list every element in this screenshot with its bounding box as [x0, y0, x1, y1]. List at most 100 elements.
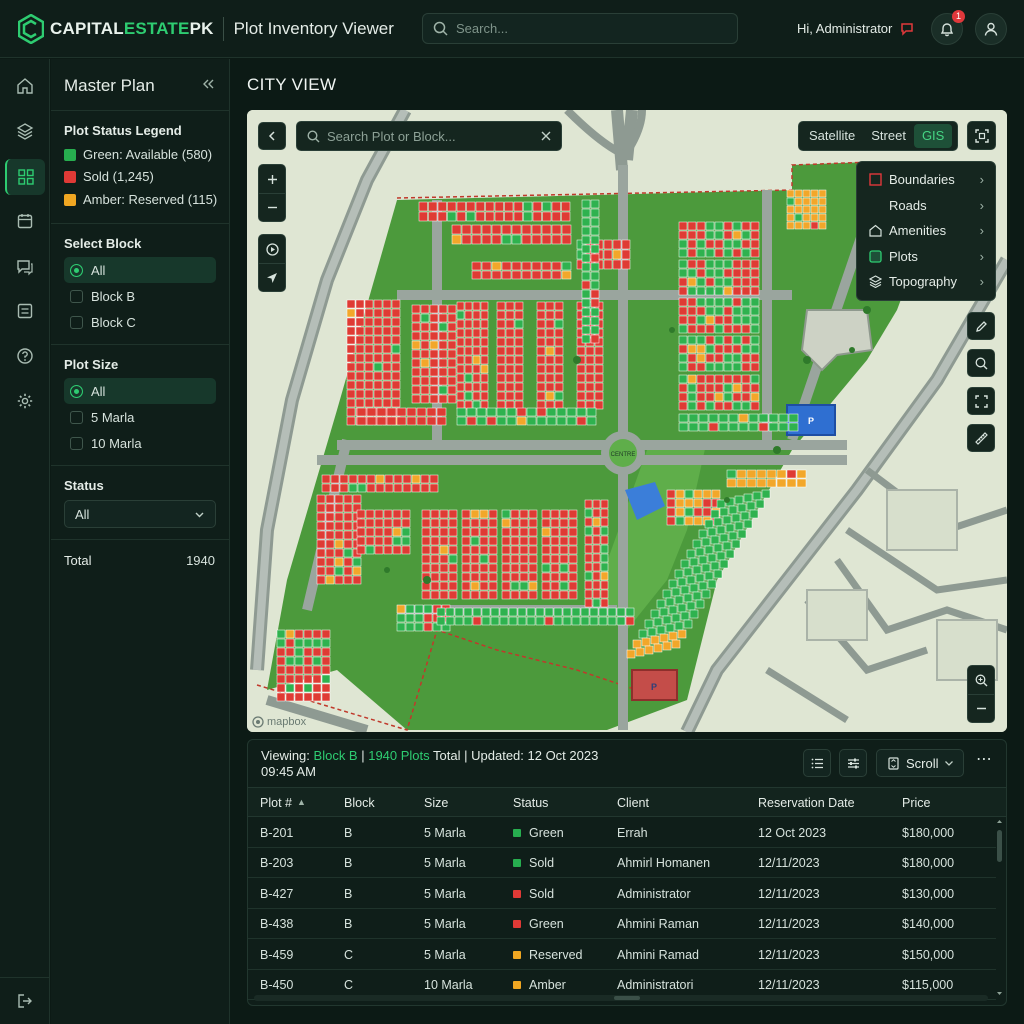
plot-cell[interactable] — [325, 575, 335, 585]
plot-cell[interactable] — [705, 344, 715, 354]
plot-cell[interactable] — [481, 261, 492, 271]
plot-cell[interactable] — [585, 364, 595, 374]
plot-cell[interactable] — [339, 474, 349, 484]
plot-cell[interactable] — [276, 656, 286, 666]
plot-cell[interactable] — [526, 607, 536, 617]
plot-cell[interactable] — [581, 298, 591, 308]
plot-cell[interactable] — [802, 197, 811, 206]
plot-cell[interactable] — [607, 616, 617, 626]
plot-cell[interactable] — [346, 344, 356, 354]
plot-cell[interactable] — [430, 536, 440, 546]
plot-cell[interactable] — [741, 277, 751, 287]
plot-cell[interactable] — [705, 248, 715, 258]
plot-cell[interactable] — [466, 416, 477, 426]
plot-cell[interactable] — [382, 299, 392, 309]
plot-cell[interactable] — [589, 616, 599, 626]
plot-cell[interactable] — [723, 277, 733, 287]
plot-cell[interactable] — [401, 536, 411, 546]
plot-cell[interactable] — [276, 665, 286, 675]
plot-cell[interactable] — [750, 315, 760, 325]
plot-cell[interactable] — [559, 536, 569, 546]
plot-cell[interactable] — [374, 509, 384, 519]
plot-cell[interactable] — [365, 545, 375, 555]
plot-cell[interactable] — [786, 189, 795, 198]
plot-cell[interactable] — [554, 391, 564, 401]
plot-cell[interactable] — [519, 590, 529, 600]
plot-cell[interactable] — [391, 353, 401, 363]
plot-cell[interactable] — [376, 407, 387, 417]
plot-cell[interactable] — [528, 527, 538, 537]
plot-cell[interactable] — [472, 337, 481, 347]
plot-cell[interactable] — [456, 416, 467, 426]
plot-cell[interactable] — [508, 616, 518, 626]
plot-cell[interactable] — [511, 261, 522, 271]
plot-cell[interactable] — [448, 545, 458, 555]
plot-cell[interactable] — [303, 683, 313, 693]
plot-cell[interactable] — [541, 536, 551, 546]
plot-cell[interactable] — [439, 554, 449, 564]
plot-cell[interactable] — [303, 656, 313, 666]
plot-cell[interactable] — [688, 413, 699, 423]
plot-cell[interactable] — [285, 647, 295, 657]
plot-cell[interactable] — [321, 692, 331, 702]
plot-cell[interactable] — [741, 353, 751, 363]
chat-alert-icon[interactable] — [900, 22, 914, 36]
plot-cell[interactable] — [635, 647, 645, 657]
plot-cell[interactable] — [732, 286, 742, 296]
plot-cell[interactable] — [510, 563, 520, 573]
plot-cell[interactable] — [746, 478, 757, 488]
plot-cell[interactable] — [325, 548, 335, 558]
plot-cell[interactable] — [698, 555, 708, 565]
plot-cell[interactable] — [470, 572, 480, 582]
plot-cell[interactable] — [702, 507, 712, 517]
plot-cell[interactable] — [559, 545, 569, 555]
plot-cell[interactable] — [741, 297, 751, 307]
plot-cell[interactable] — [343, 539, 353, 549]
plot-cell[interactable] — [438, 340, 448, 350]
plot-cell[interactable] — [541, 224, 552, 235]
plot-cell[interactable] — [693, 498, 703, 508]
plot-cell[interactable] — [383, 527, 393, 537]
plot-cell[interactable] — [666, 516, 676, 526]
plot-cell[interactable] — [696, 353, 706, 363]
plot-cell[interactable] — [678, 221, 688, 231]
plot-cell[interactable] — [334, 494, 344, 504]
plot-cell[interactable] — [447, 304, 457, 314]
plot-cell[interactable] — [600, 553, 609, 563]
plot-cell[interactable] — [719, 507, 729, 517]
col-size[interactable]: Size — [424, 796, 448, 810]
plot-cell[interactable] — [559, 581, 569, 591]
plot-cell[interactable] — [741, 344, 751, 354]
plot-cell[interactable] — [481, 224, 492, 235]
plot-cell[interactable] — [695, 573, 705, 583]
plot-cell[interactable] — [285, 683, 295, 693]
plot-cell[interactable] — [794, 197, 803, 206]
plot-cell[interactable] — [496, 382, 506, 392]
plot-cell[interactable] — [696, 277, 706, 287]
plot-cell[interactable] — [674, 569, 684, 579]
plot-cell[interactable] — [312, 683, 322, 693]
plot-cell[interactable] — [584, 571, 593, 581]
plot-cell[interactable] — [728, 413, 739, 423]
plot-cell[interactable] — [590, 262, 600, 272]
plot-cell[interactable] — [581, 289, 591, 299]
plot-cell[interactable] — [411, 474, 421, 484]
plot-cell[interactable] — [471, 224, 482, 235]
plot-cell[interactable] — [386, 416, 397, 426]
plot-cell[interactable] — [364, 299, 374, 309]
mapbox-attribution[interactable]: mapbox — [252, 716, 306, 728]
plot-cell[interactable] — [732, 401, 742, 411]
plot-cell[interactable] — [656, 625, 666, 635]
plot-cell[interactable] — [708, 422, 719, 432]
plot-cell[interactable] — [554, 382, 564, 392]
plot-cell[interactable] — [686, 601, 696, 611]
plot-cell[interactable] — [346, 416, 356, 426]
plot-cell[interactable] — [568, 590, 578, 600]
plot-cell[interactable] — [680, 559, 690, 569]
plot-cell[interactable] — [464, 328, 473, 338]
plot-cell[interactable] — [736, 478, 747, 488]
plot-cell[interactable] — [486, 407, 497, 417]
plot-cell[interactable] — [702, 489, 712, 499]
plot-cell[interactable] — [550, 554, 560, 564]
plot-cell[interactable] — [741, 221, 751, 231]
